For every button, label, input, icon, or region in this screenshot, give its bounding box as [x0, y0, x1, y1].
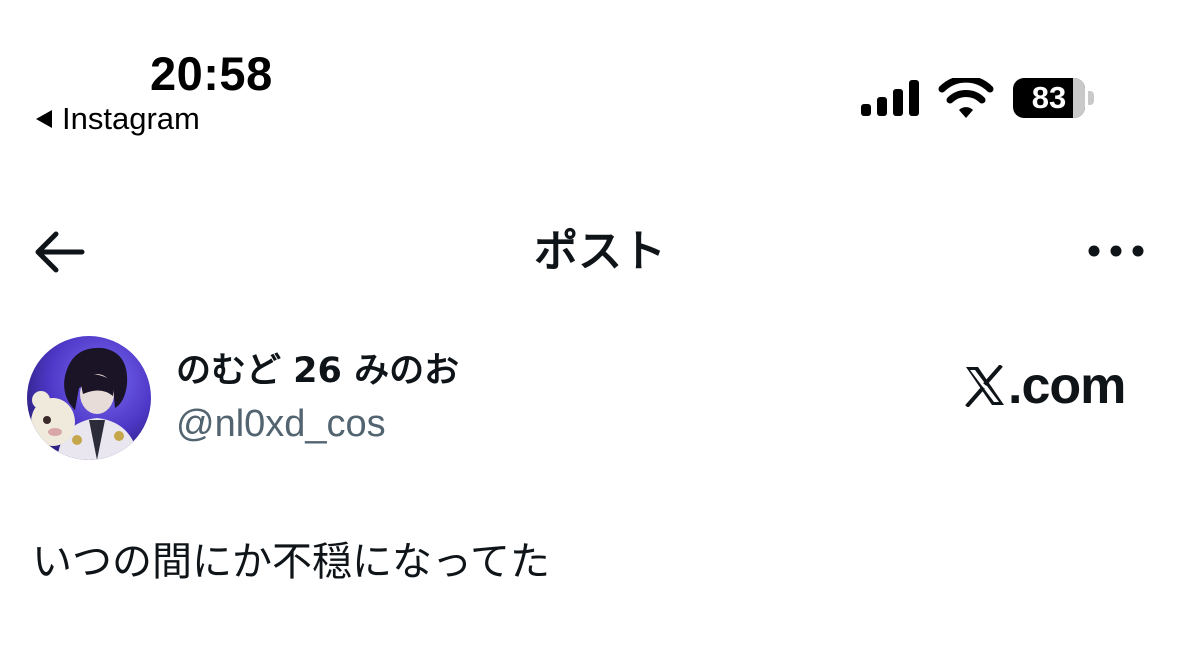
page-title: ポスト: [534, 226, 666, 277]
x-logo-icon: [965, 365, 1004, 407]
author-handle[interactable]: @nl0xd_cos: [176, 399, 386, 449]
battery-percent: 83: [1031, 80, 1067, 115]
brand-domain: .com: [1008, 357, 1126, 415]
cellular-signal-icon: [861, 80, 919, 116]
status-time: 20:58: [150, 47, 273, 100]
author-display-name[interactable]: のむど 26 みのお: [176, 346, 459, 396]
back-to-app-button[interactable]: Instagram: [36, 100, 200, 138]
arrow-left-icon[interactable]: [30, 228, 88, 276]
wifi-icon: [938, 78, 994, 118]
back-triangle-icon: [36, 110, 52, 128]
back-app-label: Instagram: [62, 101, 200, 136]
battery-cap: [1088, 91, 1094, 105]
avatar[interactable]: [27, 336, 151, 460]
x-com-brand: .com: [964, 357, 1126, 415]
post-text: いつの間にか不穏になってた: [32, 539, 550, 585]
more-horizontal-icon[interactable]: [1086, 234, 1146, 268]
avatar-image: [27, 336, 151, 460]
battery-icon: 83: [1013, 78, 1095, 118]
